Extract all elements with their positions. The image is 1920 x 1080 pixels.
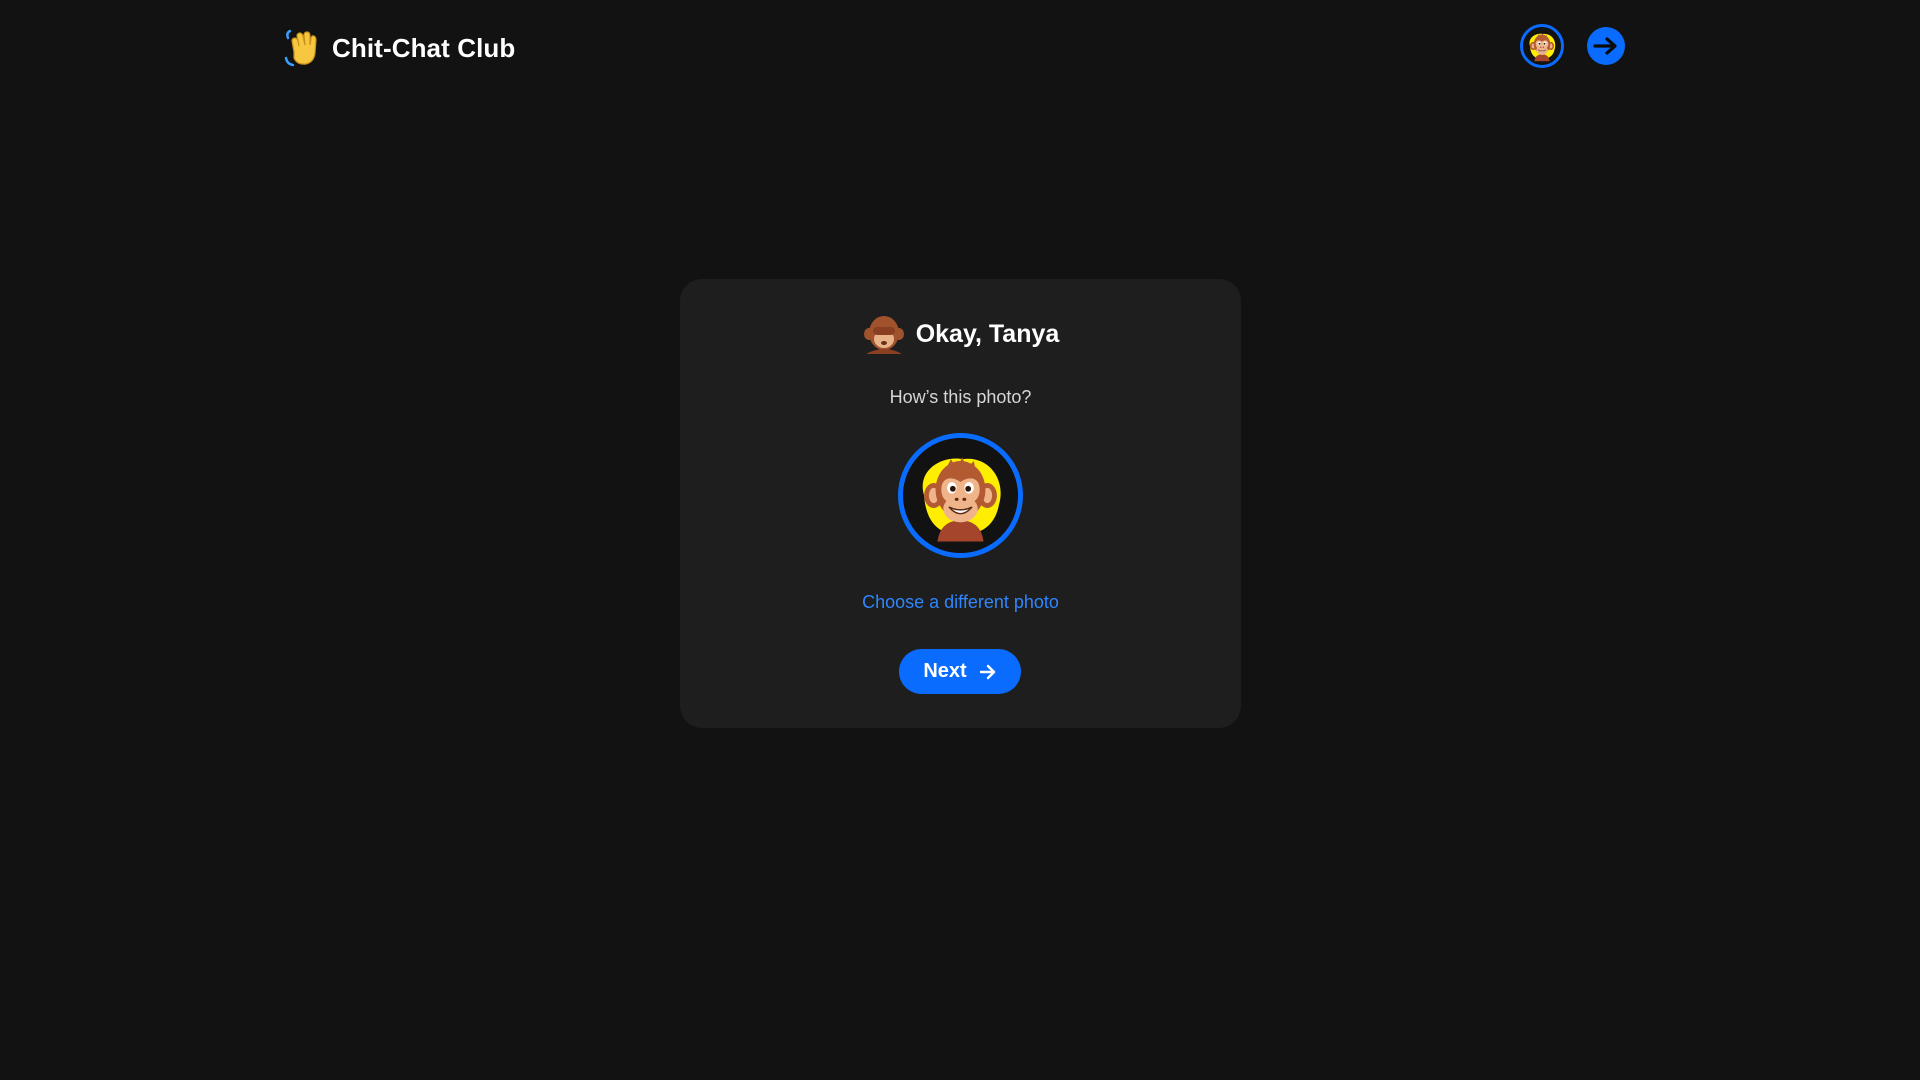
card-title: Okay, Tanya <box>915 319 1060 348</box>
card-heading: Okay, Tanya <box>680 309 1241 359</box>
arrow-right-icon <box>979 664 995 679</box>
photo-confirm-card: Okay, Tanya How’s this photo? Choose a d… <box>680 279 1241 728</box>
logout-button[interactable] <box>1587 27 1625 65</box>
app-title: Chit-Chat Club <box>332 32 516 63</box>
sign-out-arrow-icon <box>1593 37 1617 55</box>
waving-hand-icon <box>284 29 317 67</box>
card-subtitle: How’s this photo? <box>889 387 1032 407</box>
monkey-avatar-icon <box>1523 27 1561 65</box>
user-avatar[interactable] <box>1520 24 1564 68</box>
monkey-photo <box>903 438 1018 553</box>
brand[interactable]: Chit-Chat Club <box>282 27 515 69</box>
profile-photo-preview <box>898 433 1023 558</box>
next-button-label: Next <box>923 660 967 682</box>
next-button[interactable]: Next <box>899 649 1021 694</box>
see-no-evil-monkey-icon <box>863 316 904 354</box>
choose-different-photo-link[interactable]: Choose a different photo <box>680 592 1241 613</box>
top-bar: Chit-Chat Club <box>0 0 1920 96</box>
